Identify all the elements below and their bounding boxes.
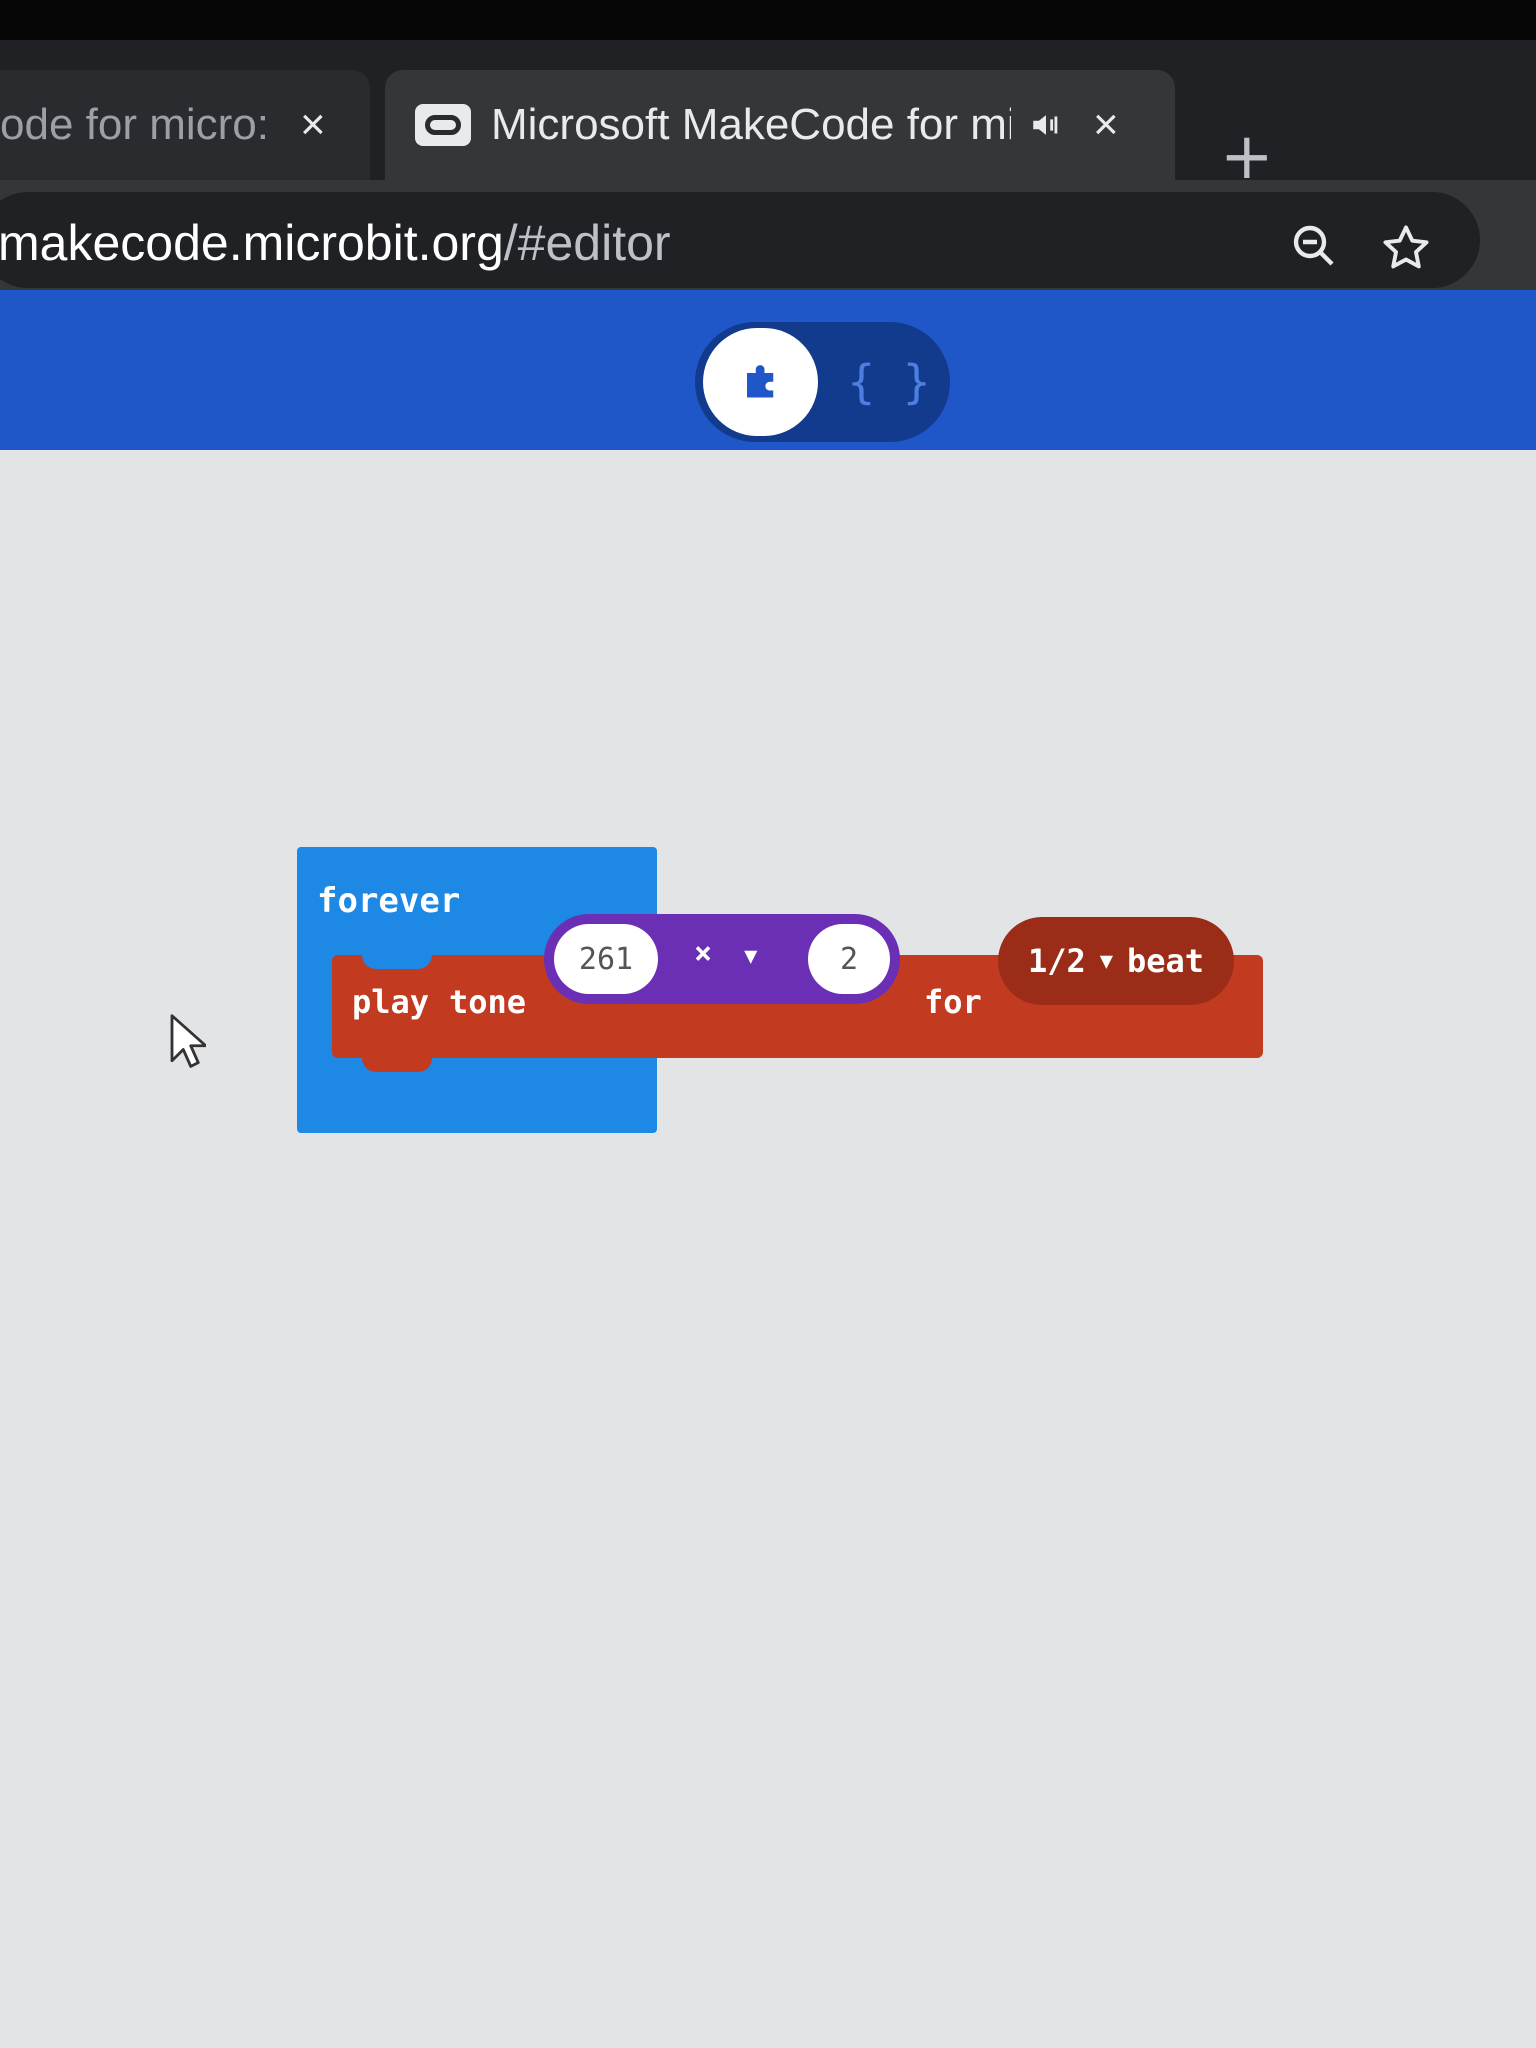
chevron-down-icon: ▼ [1099,948,1113,974]
tab-title: ode for micro:bit [0,100,270,149]
blocks-workspace[interactable]: forever play tone for 261 × ▼ 2 1/2 ▼ be… [0,450,1536,2048]
tab-strip: ode for micro:bit × Microsoft MakeCode f… [0,40,1536,194]
address-bar: makecode.microbit.org/#editor [0,180,1536,290]
operator-dropdown[interactable]: × ▼ [694,936,771,971]
for-label: for [924,983,982,1021]
operand-input[interactable]: 2 [808,924,890,994]
close-icon[interactable]: × [300,100,326,150]
editor-header: { } [0,290,1536,450]
speaker-icon[interactable] [1029,108,1063,142]
forever-label: forever [317,881,461,921]
url-path: /#editor [503,215,671,271]
editor-toggle: { } [695,322,950,442]
tab-makecode[interactable]: Microsoft MakeCode for micro:bit × [385,70,1175,180]
url-text[interactable]: makecode.microbit.org/#editor [0,214,671,272]
play-label: play [352,983,430,1021]
tone-label: tone [449,983,527,1021]
zoom-out-icon[interactable] [1290,222,1338,275]
javascript-toggle-button[interactable]: { } [835,328,943,436]
blocks-toggle-button[interactable] [703,328,818,436]
beat-dropdown[interactable]: 1/2 ▼ beat [998,917,1234,1005]
operator-value: × [694,936,713,971]
makecode-favicon-icon [415,104,471,146]
beat-value: 1/2 [1027,942,1086,980]
chevron-down-icon: ▼ [744,944,758,969]
url-field[interactable]: makecode.microbit.org/#editor [0,192,1480,288]
block-tab [362,1056,432,1072]
frequency-input[interactable]: 261 [554,924,658,994]
puzzle-icon [740,359,782,406]
bookmark-star-icon[interactable] [1380,222,1432,279]
multiply-block[interactable]: 261 × ▼ 2 [544,914,900,1004]
monitor-bezel [0,0,1536,40]
block-notch [362,955,432,969]
tab-previous[interactable]: ode for micro:bit × [0,70,370,180]
screen: ode for micro:bit × Microsoft MakeCode f… [0,0,1536,2048]
beat-label: beat [1126,942,1205,980]
mouse-pointer-icon [168,1012,208,1077]
close-icon[interactable]: × [1093,100,1119,150]
tab-title: Microsoft MakeCode for micro:bit [491,100,1011,149]
url-host: makecode.microbit.org [0,215,504,271]
